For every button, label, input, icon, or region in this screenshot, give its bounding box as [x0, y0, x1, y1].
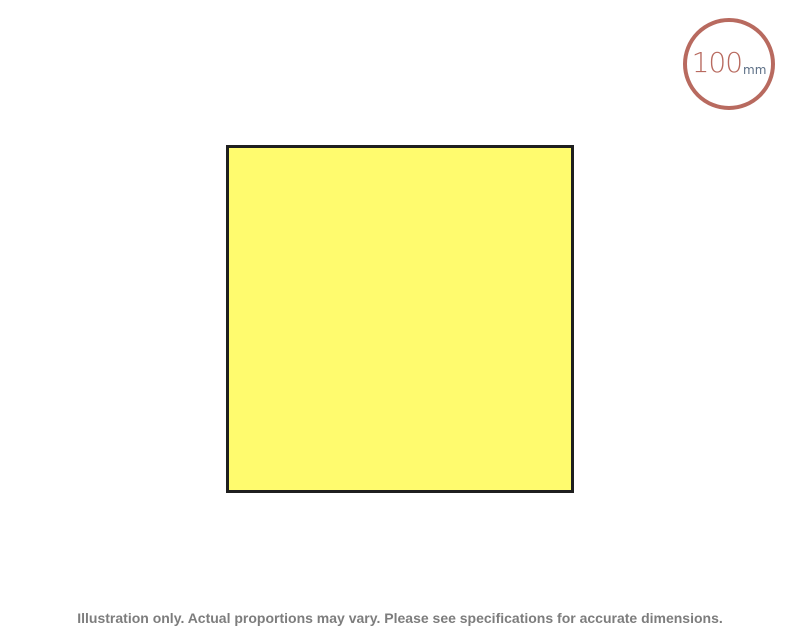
- size-unit: mm: [743, 63, 767, 77]
- size-value: 100: [691, 46, 743, 79]
- disclaimer-text: Illustration only. Actual proportions ma…: [77, 610, 723, 626]
- size-badge: 100 mm: [683, 18, 775, 110]
- product-illustration-square: [226, 145, 574, 493]
